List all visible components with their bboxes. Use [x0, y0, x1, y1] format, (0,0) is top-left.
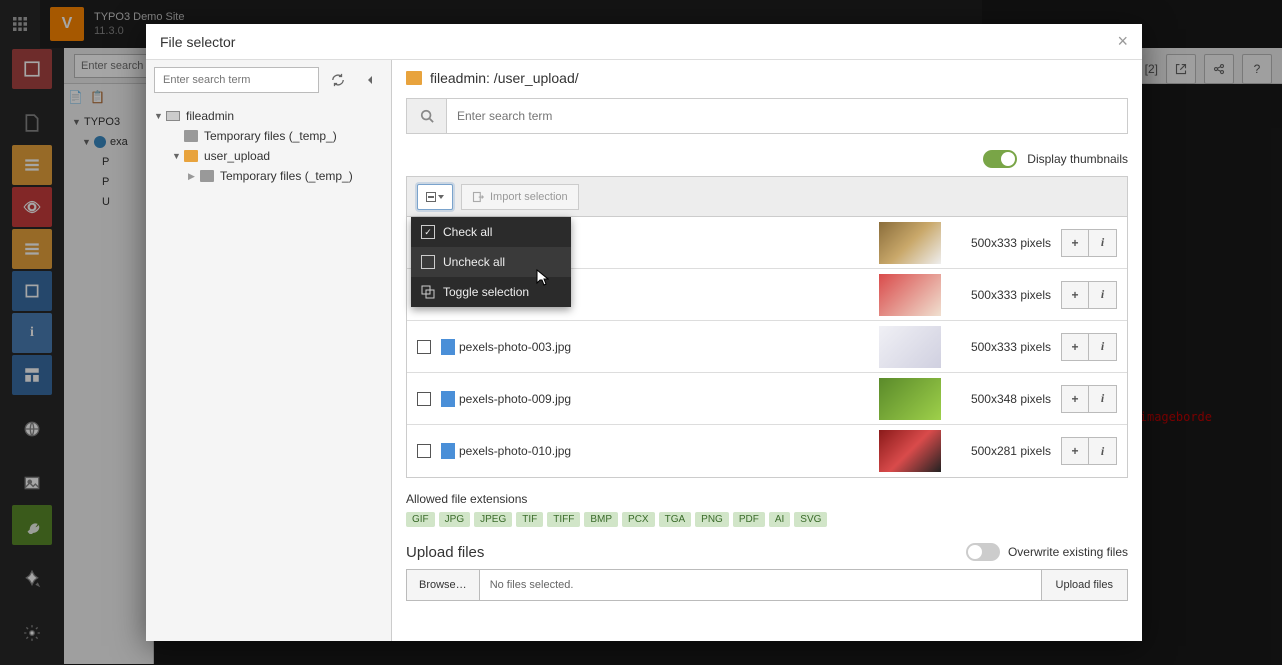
browse-button[interactable]: Browse…: [406, 569, 480, 601]
file-row: pexels-photo-010.jpg 500x281 pixels + i: [407, 425, 1127, 477]
file-icon: [441, 391, 455, 407]
add-file-button[interactable]: +: [1061, 333, 1089, 361]
file-thumbnail: [879, 274, 941, 316]
chevron-down-icon: [438, 195, 444, 199]
indeterminate-checkbox-icon: [426, 192, 436, 202]
file-table-header: Import selection ✓ Check all Uncheck all: [407, 177, 1127, 217]
folder-tree: fileadmin Temporary files (_temp_) user_…: [146, 100, 391, 192]
file-checkbox[interactable]: [417, 392, 431, 406]
modal-title: File selector: [160, 34, 235, 50]
extension-badge: TGA: [659, 512, 692, 527]
file-list-panel: fileadmin: /user_upload/ Display thumbna…: [392, 60, 1142, 641]
collapse-icon[interactable]: [357, 67, 383, 93]
extension-badge: BMP: [584, 512, 618, 527]
upload-section: Upload files Overwrite existing files Br…: [406, 543, 1128, 601]
extension-badge: TIFF: [547, 512, 580, 527]
toggle-selection-item[interactable]: Toggle selection: [411, 277, 571, 307]
file-search-input[interactable]: [446, 98, 1128, 134]
extension-badge: JPEG: [474, 512, 512, 527]
tree-node-userupload[interactable]: user_upload: [150, 146, 387, 166]
display-thumbnails-toggle[interactable]: [983, 150, 1017, 168]
file-row: pexels-photo-003.jpg 500x333 pixels + i: [407, 321, 1127, 373]
file-checkbox[interactable]: [417, 340, 431, 354]
toggle-selection-icon: [421, 285, 435, 299]
selection-dropdown-menu: ✓ Check all Uncheck all: [411, 217, 571, 307]
file-search-bar: [406, 98, 1128, 134]
tree-search-input[interactable]: [154, 67, 319, 93]
file-checkbox[interactable]: [417, 444, 431, 458]
file-thumbnail: [879, 326, 941, 368]
file-dimensions: 500x333 pixels: [951, 340, 1051, 354]
folder-tree-panel: fileadmin Temporary files (_temp_) user_…: [146, 60, 392, 641]
extension-badge: JPG: [439, 512, 470, 527]
modal-header: File selector ×: [146, 24, 1142, 60]
selection-dropdown-button[interactable]: [417, 184, 453, 210]
file-info-button[interactable]: i: [1089, 333, 1117, 361]
tree-node-temp[interactable]: Temporary files (_temp_): [150, 126, 387, 146]
overwrite-label: Overwrite existing files: [1008, 545, 1128, 559]
file-info-button[interactable]: i: [1089, 229, 1117, 257]
uncheck-all-item[interactable]: Uncheck all: [411, 247, 571, 277]
file-info-button[interactable]: i: [1089, 385, 1117, 413]
folder-icon: [406, 71, 422, 85]
file-dimensions: 500x281 pixels: [951, 444, 1051, 458]
add-file-button[interactable]: +: [1061, 229, 1089, 257]
check-all-item[interactable]: ✓ Check all: [411, 217, 571, 247]
file-thumbnail: [879, 222, 941, 264]
file-name[interactable]: pexels-photo-009.jpg: [441, 391, 869, 407]
file-dimensions: 500x333 pixels: [951, 288, 1051, 302]
file-table: Import selection ✓ Check all Uncheck all: [406, 176, 1128, 478]
extension-badge: PDF: [733, 512, 765, 527]
extension-badge: PNG: [695, 512, 729, 527]
file-icon: [441, 339, 455, 355]
tree-root[interactable]: fileadmin: [150, 106, 387, 126]
refresh-icon[interactable]: [325, 67, 351, 93]
add-file-button[interactable]: +: [1061, 281, 1089, 309]
extension-badge: GIF: [406, 512, 435, 527]
checkbox-empty-icon: [421, 255, 435, 269]
upload-heading: Upload files: [406, 544, 484, 561]
folder-open-icon: [184, 150, 198, 162]
checkbox-checked-icon: ✓: [421, 225, 435, 239]
folder-icon: [200, 170, 214, 182]
file-thumbnail: [879, 378, 941, 420]
upload-button[interactable]: Upload files: [1042, 569, 1128, 601]
tree-node-child-temp[interactable]: Temporary files (_temp_): [150, 166, 387, 186]
file-name[interactable]: pexels-photo-003.jpg: [441, 339, 869, 355]
disk-icon: [166, 111, 180, 121]
breadcrumb: fileadmin: /user_upload/: [406, 70, 1128, 86]
file-name[interactable]: pexels-photo-010.jpg: [441, 443, 869, 459]
file-info-button[interactable]: i: [1089, 437, 1117, 465]
extension-badge: AI: [769, 512, 790, 527]
file-row: pexels-photo-009.jpg 500x348 pixels + i: [407, 373, 1127, 425]
search-icon[interactable]: [406, 98, 446, 134]
file-icon: [441, 443, 455, 459]
folder-icon: [184, 130, 198, 142]
overwrite-toggle[interactable]: [966, 543, 1000, 561]
display-thumbnails-label: Display thumbnails: [1027, 152, 1128, 166]
add-file-button[interactable]: +: [1061, 385, 1089, 413]
file-dimensions: 500x348 pixels: [951, 392, 1051, 406]
allowed-extensions: Allowed file extensions GIF JPG JPEG TIF TIF…: [406, 492, 1128, 527]
extension-badge: PCX: [622, 512, 655, 527]
add-file-button[interactable]: +: [1061, 437, 1089, 465]
file-status: No files selected.: [480, 569, 1042, 601]
file-thumbnail: [879, 430, 941, 472]
extension-badge: TIF: [516, 512, 543, 527]
extension-badge: SVG: [794, 512, 827, 527]
close-icon[interactable]: ×: [1117, 31, 1128, 52]
file-info-button[interactable]: i: [1089, 281, 1117, 309]
allowed-label: Allowed file extensions: [406, 492, 1128, 506]
file-dimensions: 500x333 pixels: [951, 236, 1051, 250]
file-selector-modal: File selector × fileadmin Temporary file…: [146, 24, 1142, 641]
import-selection-button[interactable]: Import selection: [461, 184, 579, 210]
